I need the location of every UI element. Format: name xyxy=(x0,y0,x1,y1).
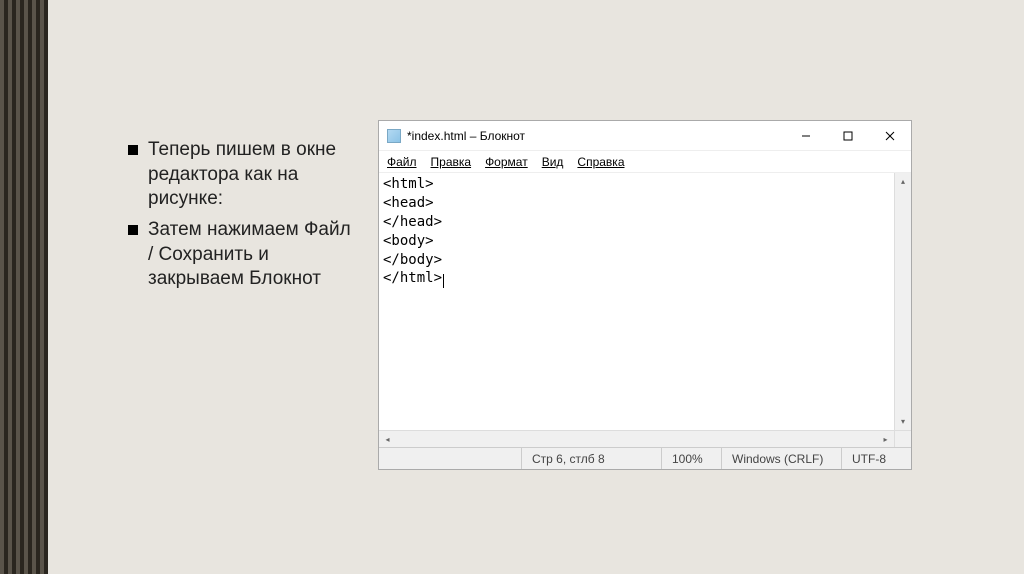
vertical-scrollbar[interactable]: ▴ ▾ xyxy=(894,173,911,430)
maximize-button[interactable] xyxy=(827,122,869,150)
menu-view[interactable]: Вид xyxy=(542,155,564,169)
menu-file[interactable]: Файл xyxy=(387,155,417,169)
bullet-text: Затем нажимаем Файл / Сохранить и закрыв… xyxy=(148,218,358,292)
statusbar: Стр 6, стлб 8 100% Windows (CRLF) UTF-8 xyxy=(379,447,911,469)
status-encoding: UTF-8 xyxy=(841,448,911,469)
status-position: Стр 6, стлб 8 xyxy=(521,448,661,469)
scroll-track[interactable] xyxy=(895,190,911,413)
notepad-window: *index.html – Блокнот Файл Правка Формат… xyxy=(378,120,912,470)
scroll-down-icon[interactable]: ▾ xyxy=(895,413,911,430)
bullet-item: Теперь пишем в окне редактора как на рис… xyxy=(128,138,358,212)
slide-decorative-bar xyxy=(0,0,48,574)
editor-area: <html> <head> </head> <body> </body> </h… xyxy=(379,173,911,430)
notepad-app-icon xyxy=(387,129,401,143)
menu-format[interactable]: Формат xyxy=(485,155,528,169)
minimize-icon xyxy=(801,131,811,141)
slide-bullets: Теперь пишем в окне редактора как на рис… xyxy=(128,138,358,298)
window-controls xyxy=(785,122,911,150)
menu-help[interactable]: Справка xyxy=(577,155,624,169)
window-title: *index.html – Блокнот xyxy=(407,129,785,143)
minimize-button[interactable] xyxy=(785,122,827,150)
scroll-track[interactable] xyxy=(396,431,877,447)
menubar: Файл Правка Формат Вид Справка xyxy=(379,151,911,173)
status-zoom: 100% xyxy=(661,448,721,469)
scroll-up-icon[interactable]: ▴ xyxy=(895,173,911,190)
bullet-square-icon xyxy=(128,145,138,155)
close-button[interactable] xyxy=(869,122,911,150)
scroll-left-icon[interactable]: ◂ xyxy=(379,431,396,448)
titlebar[interactable]: *index.html – Блокнот xyxy=(379,121,911,151)
horizontal-scrollbar[interactable]: ◂ ▸ xyxy=(379,430,894,447)
scroll-right-icon[interactable]: ▸ xyxy=(877,431,894,448)
maximize-icon xyxy=(843,131,853,141)
close-icon xyxy=(885,131,895,141)
bullet-text: Теперь пишем в окне редактора как на рис… xyxy=(148,138,358,212)
status-lineending: Windows (CRLF) xyxy=(721,448,841,469)
bullet-square-icon xyxy=(128,225,138,235)
menu-edit[interactable]: Правка xyxy=(431,155,472,169)
editor-textarea[interactable]: <html> <head> </head> <body> </body> </h… xyxy=(379,173,894,430)
bullet-item: Затем нажимаем Файл / Сохранить и закрыв… xyxy=(128,218,358,292)
scroll-corner xyxy=(894,430,911,447)
